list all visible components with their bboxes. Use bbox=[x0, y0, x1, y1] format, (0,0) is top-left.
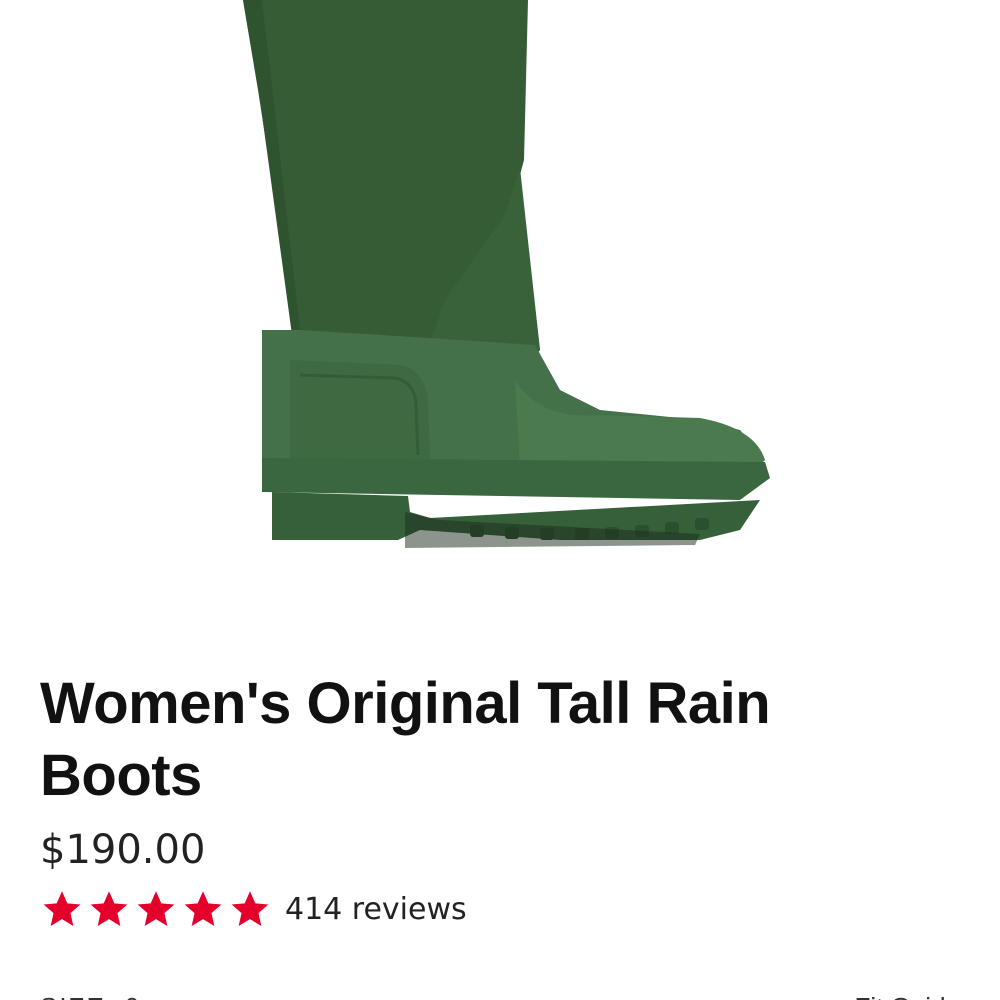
product-image[interactable] bbox=[0, 0, 1000, 600]
product-title: Women's Original Tall Rain Boots bbox=[40, 671, 771, 808]
star-icon bbox=[181, 888, 225, 932]
star-icon bbox=[87, 888, 131, 932]
star-icon bbox=[40, 888, 84, 932]
product-price: $190.00 bbox=[40, 827, 206, 873]
product-rating[interactable]: 414 reviews bbox=[40, 886, 467, 934]
star-rating bbox=[40, 888, 275, 932]
rain-boot-image bbox=[243, 0, 770, 548]
star-icon bbox=[228, 888, 272, 932]
fit-guide-link[interactable]: Fit Guide bbox=[855, 992, 961, 1000]
product-page: Women's Original Tall Rain Boots $190.00… bbox=[0, 0, 1000, 1000]
star-icon bbox=[134, 888, 178, 932]
size-row: SIZE: 6 Fit Guide bbox=[0, 984, 1000, 1000]
reviews-link[interactable]: 414 reviews bbox=[285, 886, 467, 934]
size-label: SIZE: 6 bbox=[40, 992, 141, 1000]
